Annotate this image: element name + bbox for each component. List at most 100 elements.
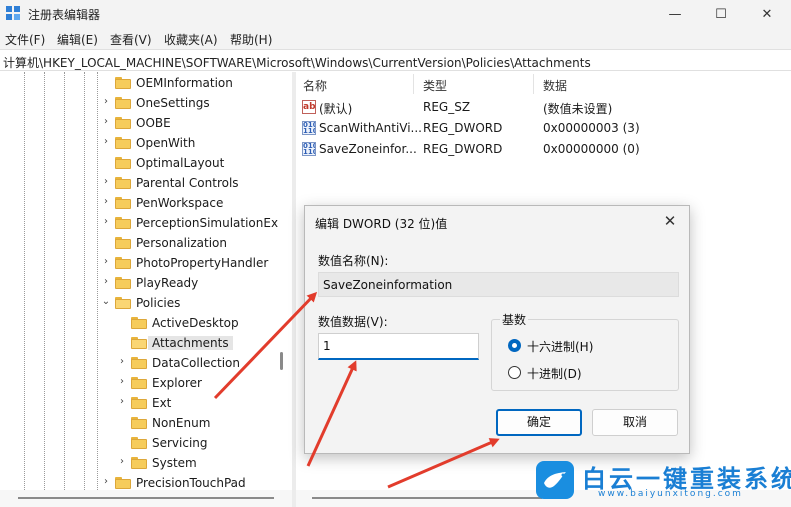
chevron-right-icon[interactable]: › — [117, 396, 127, 407]
tree-item-optimallayout[interactable]: OptimalLayout — [0, 153, 288, 173]
hex-radio-label[interactable]: 十六进制(H) — [527, 338, 593, 355]
value-type: REG_SZ — [423, 100, 471, 114]
chevron-right-icon[interactable]: › — [101, 116, 111, 127]
tree-item-policies[interactable]: ⌄ Policies — [0, 293, 288, 313]
tree-scrollbar[interactable] — [277, 72, 287, 490]
column-divider[interactable] — [413, 74, 414, 94]
tree-item-label: NonEnum — [152, 416, 211, 430]
tree-item-explorer[interactable]: › Explorer — [0, 373, 288, 393]
value-name: SaveZoneinfor... — [319, 142, 417, 156]
watermark: 白云一键重装系统 www.baiyunxitong.com — [536, 459, 791, 503]
tree-item-servicing[interactable]: Servicing — [0, 433, 288, 453]
ok-button[interactable]: 确定 — [496, 409, 582, 436]
column-header-type[interactable]: 类型 — [423, 77, 447, 94]
list-item[interactable]: 010110 SaveZoneinfor... REG_DWORD 0x0000… — [296, 139, 791, 160]
dialog-close-button[interactable]: ✕ — [659, 210, 681, 232]
menu-edit[interactable]: 编辑(E) — [57, 31, 98, 48]
folder-icon — [115, 257, 131, 269]
tree-hscrollbar[interactable] — [0, 490, 292, 507]
tree-item-playready[interactable]: › PlayReady — [0, 273, 288, 293]
menu-view[interactable]: 查看(V) — [110, 31, 152, 48]
folder-icon — [131, 377, 147, 389]
tree-item-activedesktop[interactable]: ActiveDesktop — [0, 313, 288, 333]
folder-icon — [115, 197, 131, 209]
address-bar[interactable]: 计算机\HKEY_LOCAL_MACHINE\SOFTWARE\Microsof… — [0, 49, 791, 71]
hex-radio[interactable] — [508, 339, 521, 352]
tree-item-datacollection[interactable]: › DataCollection — [0, 353, 288, 373]
chevron-right-icon[interactable]: › — [101, 216, 111, 227]
menu-favorites[interactable]: 收藏夹(A) — [164, 31, 218, 48]
list-item[interactable]: 010110 ScanWithAntiVi... REG_DWORD 0x000… — [296, 118, 791, 139]
edit-dword-dialog: 编辑 DWORD (32 位)值 ✕ 数值名称(N): SaveZoneinfo… — [304, 205, 690, 454]
chevron-right-icon[interactable]: › — [117, 376, 127, 387]
tree-item-label: PerceptionSimulationEx — [136, 216, 279, 230]
column-header-data[interactable]: 数据 — [543, 77, 567, 94]
tree-item-system[interactable]: › System — [0, 453, 288, 473]
menu-help[interactable]: 帮助(H) — [230, 31, 272, 48]
maximize-button[interactable]: ☐ — [698, 0, 744, 28]
tree-item-openwith[interactable]: › OpenWith — [0, 133, 288, 153]
tree-item-onesettings[interactable]: › OneSettings — [0, 93, 288, 113]
radix-group: 基数 十六进制(H) 十进制(D) — [491, 311, 679, 391]
minimize-button[interactable]: — — [652, 0, 698, 28]
folder-open-icon — [131, 337, 147, 349]
maximize-icon: ☐ — [715, 6, 727, 22]
folder-icon — [115, 157, 131, 169]
tree-item-oobe[interactable]: › OOBE — [0, 113, 288, 133]
tree-item-ext[interactable]: › Ext — [0, 393, 288, 413]
value-name: (默认) — [319, 102, 353, 116]
tree-hscroll-thumb[interactable] — [18, 497, 274, 499]
chevron-right-icon[interactable]: › — [101, 476, 111, 487]
chevron-right-icon[interactable]: › — [101, 256, 111, 267]
tree-item-precisiontouchpad[interactable]: › PrecisionTouchPad — [0, 473, 288, 490]
folder-icon — [115, 277, 131, 289]
tree-item-attachments[interactable]: Attachments — [0, 333, 288, 353]
folder-icon — [131, 397, 147, 409]
tree-item-label: Policies — [136, 296, 181, 310]
tree-item-personalization[interactable]: Personalization — [0, 233, 288, 253]
folder-icon — [115, 177, 131, 189]
chevron-right-icon[interactable]: › — [117, 456, 127, 467]
tree-item-label: Parental Controls — [136, 176, 239, 190]
chevron-right-icon[interactable]: › — [101, 176, 111, 187]
tree-item-label: OptimalLayout — [136, 156, 225, 170]
tree-item-oeminformation[interactable]: OEMInformation — [0, 73, 288, 93]
tree-item-label: Servicing — [152, 436, 208, 450]
bird-logo-icon — [536, 461, 574, 499]
chevron-right-icon[interactable]: › — [101, 96, 111, 107]
folder-icon — [115, 137, 131, 149]
list-hscroll-thumb[interactable] — [312, 497, 542, 499]
column-divider[interactable] — [533, 74, 534, 94]
decimal-radio-label[interactable]: 十进制(D) — [527, 365, 582, 382]
list-item[interactable]: ab (默认) REG_SZ (数值未设置) — [296, 97, 791, 118]
menu-file[interactable]: 文件(F) — [5, 31, 45, 48]
tree-item-penworkspace[interactable]: › PenWorkspace — [0, 193, 288, 213]
tree-item-label: OneSettings — [136, 96, 210, 110]
column-header-name[interactable]: 名称 — [303, 77, 327, 94]
close-window-button[interactable]: ✕ — [744, 0, 790, 28]
tree-item-label: Ext — [152, 396, 172, 410]
chevron-right-icon[interactable]: › — [117, 356, 127, 367]
chevron-right-icon[interactable]: › — [101, 196, 111, 207]
cancel-button[interactable]: 取消 — [592, 409, 678, 436]
menu-bar: 文件(F) 编辑(E) 查看(V) 收藏夹(A) 帮助(H) — [0, 28, 791, 49]
tree-item-label: PlayReady — [136, 276, 199, 290]
tree-scroll-thumb[interactable] — [280, 352, 283, 370]
folder-icon — [131, 357, 147, 369]
chevron-right-icon[interactable]: › — [101, 136, 111, 147]
value-data: 0x00000003 (3) — [543, 121, 640, 135]
value-data-label: 数值数据(V): — [318, 315, 388, 329]
chevron-right-icon[interactable]: › — [101, 276, 111, 287]
decimal-radio[interactable] — [508, 366, 521, 379]
tree-item-perceptionsimulationex[interactable]: › PerceptionSimulationEx — [0, 213, 288, 233]
tree-item-photopropertyhandler[interactable]: › PhotoPropertyHandler — [0, 253, 288, 273]
value-name-field: SaveZoneinformation — [318, 272, 679, 297]
tree-item-nonenum[interactable]: NonEnum — [0, 413, 288, 433]
radix-title: 基数 — [500, 311, 529, 328]
chevron-down-icon[interactable]: ⌄ — [101, 296, 111, 307]
address-path: 计算机\HKEY_LOCAL_MACHINE\SOFTWARE\Microsof… — [3, 56, 591, 70]
folder-icon — [115, 77, 131, 89]
tree-item-label: ActiveDesktop — [152, 316, 239, 330]
value-data-input[interactable] — [318, 333, 479, 360]
tree-item-parental-controls[interactable]: › Parental Controls — [0, 173, 288, 193]
